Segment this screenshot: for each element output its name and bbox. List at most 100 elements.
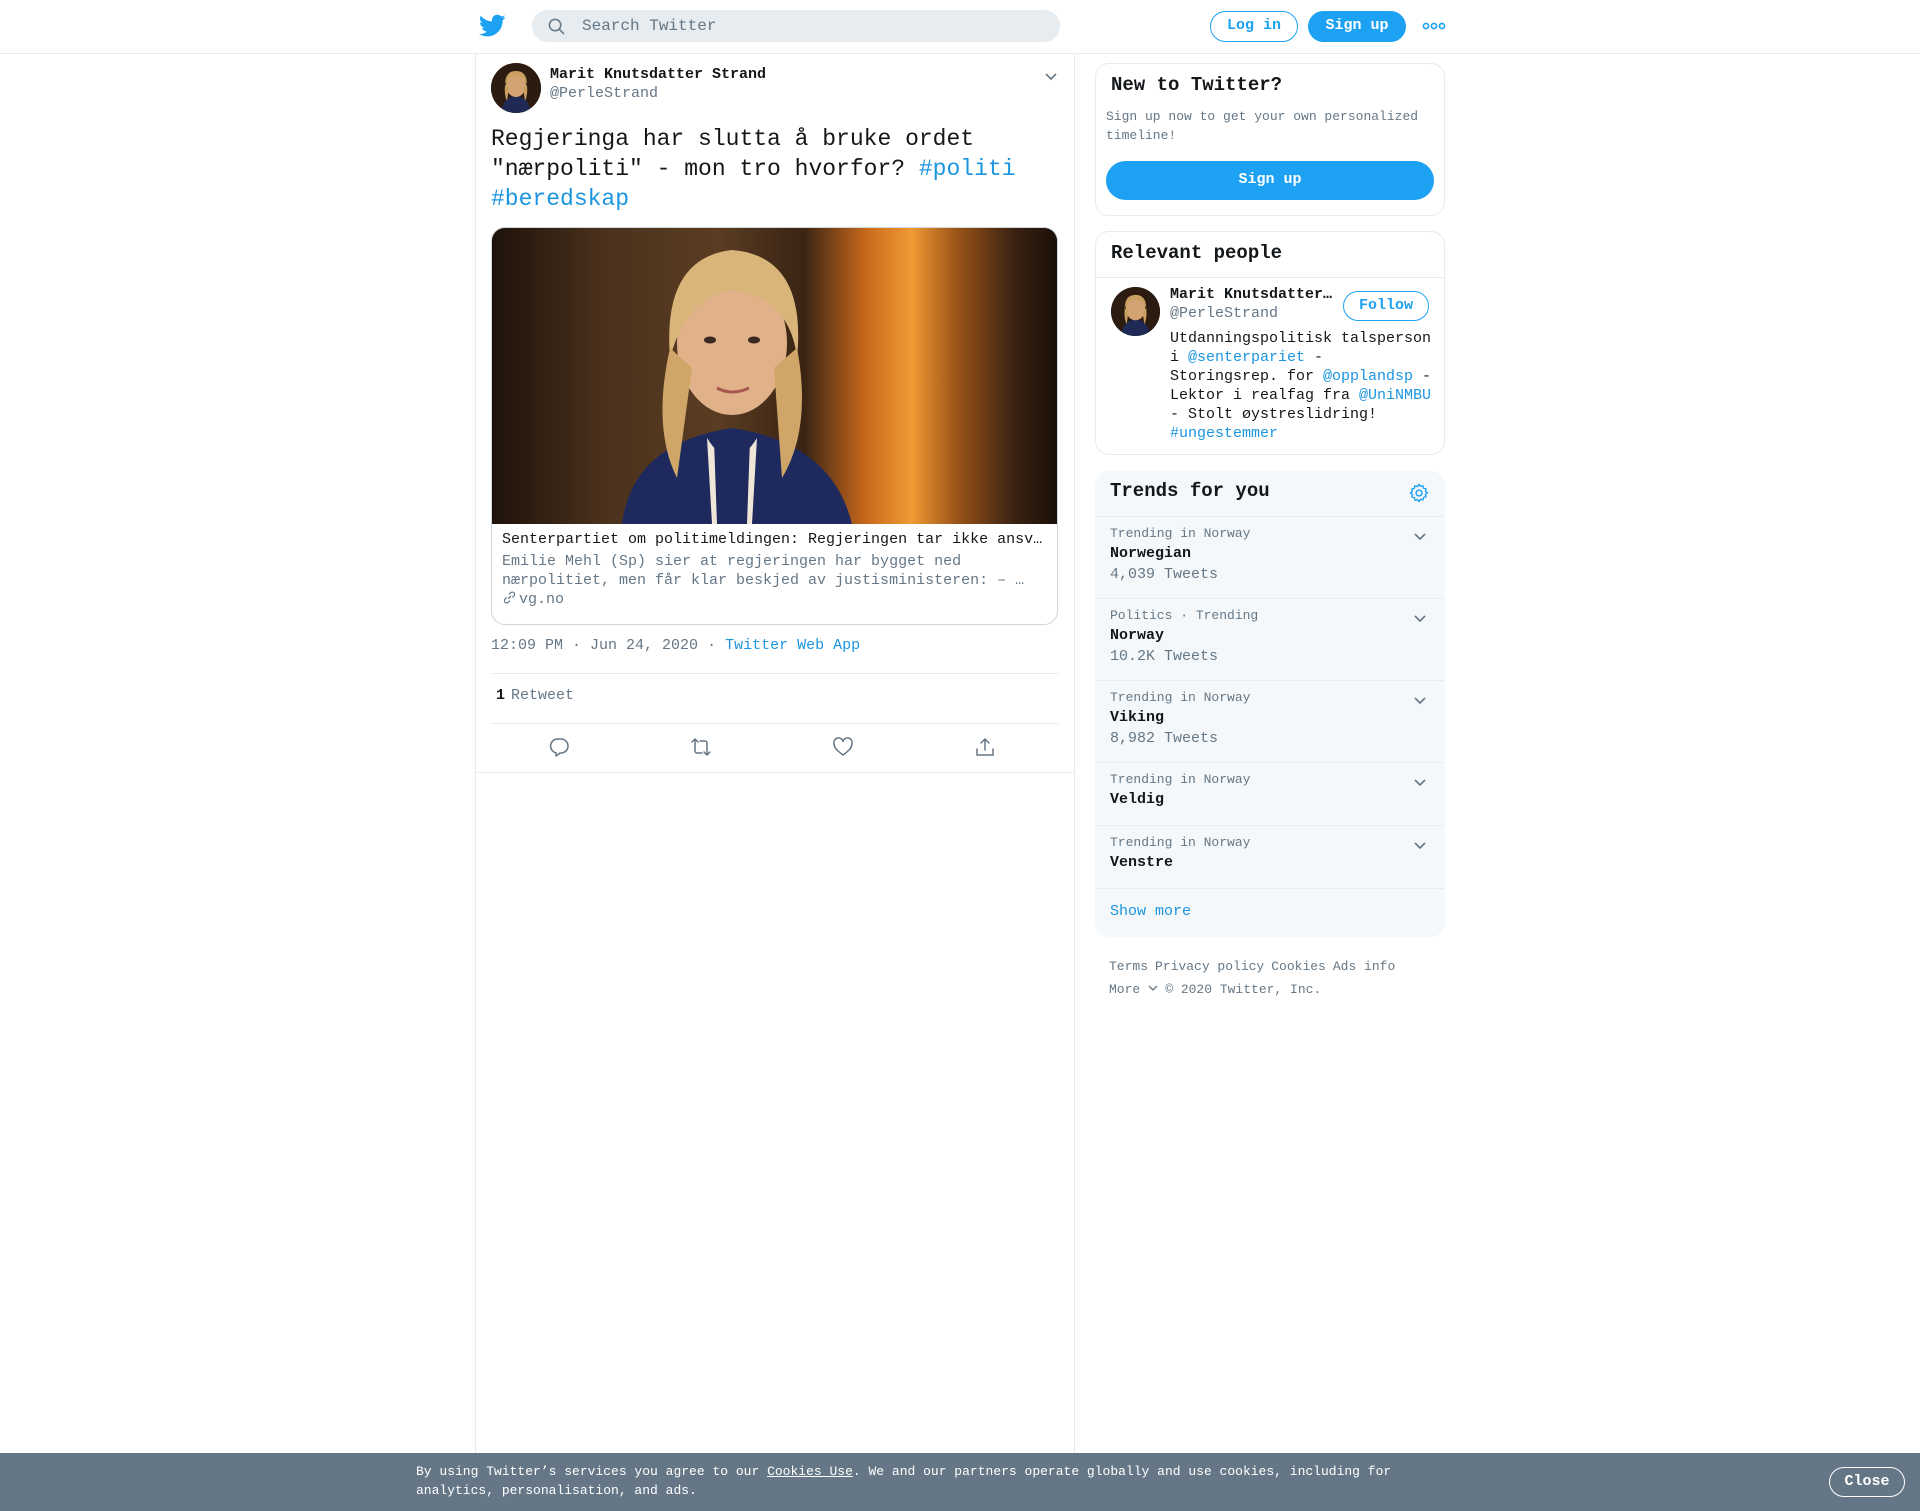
module-title: Trends for you <box>1110 480 1270 502</box>
chevron-down-icon[interactable] <box>1413 775 1427 789</box>
trend-context: Politics · Trending <box>1110 608 1259 623</box>
meta-separator: · <box>707 637 717 654</box>
close-cookie-button[interactable]: Close <box>1829 1467 1905 1497</box>
copyright: © 2020 Twitter, Inc. <box>1165 982 1322 997</box>
person-bio: Utdanningspolitisk talsperson i @senterp… <box>1170 329 1438 443</box>
login-button[interactable]: Log in <box>1210 11 1298 42</box>
retweet-count-label: Retweet <box>511 687 575 704</box>
trend-item[interactable]: Trending in Norway Viking 8,982 Tweets <box>1095 680 1445 762</box>
divider <box>476 772 1074 773</box>
footer-link-cookies[interactable]: Cookies <box>1271 959 1326 974</box>
more-options-icon[interactable] <box>1422 19 1446 33</box>
search-icon <box>548 18 565 35</box>
cookie-consent-bar: By using Twitter’s services you agree to… <box>0 1453 1920 1511</box>
avatar-portrait-icon <box>491 63 541 113</box>
tweet-timestamp[interactable]: 12:09 PM · Jun 24, 2020 <box>491 637 698 654</box>
chevron-down-icon[interactable] <box>1413 838 1427 852</box>
avatar[interactable] <box>1111 287 1160 336</box>
search-box[interactable] <box>532 10 1060 42</box>
trend-name[interactable]: Venstre <box>1110 854 1173 871</box>
chevron-down-icon[interactable] <box>1413 529 1427 543</box>
bio-text: - Stolt øystreslidring! <box>1170 406 1378 423</box>
avatar-portrait-icon <box>1111 287 1160 336</box>
card-photo-portrait <box>492 228 1057 524</box>
trend-item[interactable]: Trending in Norway Norwegian 4,039 Tweet… <box>1095 516 1445 598</box>
divider <box>491 673 1059 674</box>
retweet-icon[interactable] <box>690 736 712 758</box>
trends-module: Trends for you Trending in Norway Norweg… <box>1095 471 1445 937</box>
tweet-meta: 12:09 PM · Jun 24, 2020 · Twitter Web Ap… <box>491 637 860 654</box>
person-handle[interactable]: @PerleStrand <box>1170 305 1278 322</box>
retweet-stats[interactable]: 1 Retweet <box>496 687 574 704</box>
module-title: New to Twitter? <box>1111 74 1283 96</box>
card-image[interactable] <box>492 228 1057 524</box>
module-title: Relevant people <box>1111 242 1283 264</box>
hashtag-link[interactable]: #politi <box>919 156 1016 182</box>
footer-more-label: More <box>1109 982 1141 997</box>
sidebar-signup-button[interactable]: Sign up <box>1106 161 1434 200</box>
gear-icon[interactable] <box>1408 482 1430 504</box>
follow-button[interactable]: Follow <box>1343 291 1429 321</box>
trend-context: Trending in Norway <box>1110 526 1251 541</box>
divider <box>1096 277 1444 278</box>
footer-link-privacy[interactable]: Privacy policy <box>1155 959 1264 974</box>
chevron-down-icon[interactable] <box>1413 693 1427 707</box>
relevant-people-module: Relevant people Marit Knutsdatter Strand… <box>1095 231 1445 455</box>
card-domain-text: vg.no <box>519 591 565 608</box>
reply-icon[interactable] <box>548 736 570 758</box>
chevron-down-icon[interactable] <box>1413 611 1427 625</box>
signup-button[interactable]: Sign up <box>1308 11 1406 42</box>
hashtag-link[interactable]: #beredskap <box>491 186 629 212</box>
tweet-text: Regjeringa har slutta å bruke ordet "nær… <box>491 124 1051 214</box>
mention-link[interactable]: @senterpariet <box>1188 349 1305 366</box>
trend-context: Trending in Norway <box>1110 835 1251 850</box>
module-subtitle: Sign up now to get your own personalized… <box>1106 109 1419 143</box>
share-icon[interactable] <box>974 736 996 758</box>
trend-name[interactable]: Norway <box>1110 627 1164 644</box>
author-handle[interactable]: @PerleStrand <box>550 85 658 102</box>
cookie-text: By using Twitter’s services you agree to… <box>416 1464 768 1479</box>
tweet-column: Marit Knutsdatter Strand @PerleStrand Re… <box>475 54 1075 1454</box>
trend-name[interactable]: Viking <box>1110 709 1164 726</box>
card-title[interactable]: Senterpartiet om politimeldingen: Regjer… <box>502 531 1047 548</box>
card-description: Emilie Mehl (Sp) sier at regjeringen har… <box>502 553 1025 589</box>
footer-link-terms[interactable]: Terms <box>1109 959 1148 974</box>
chevron-down-icon <box>1148 985 1158 991</box>
footer-more-menu[interactable]: More <box>1109 982 1158 997</box>
top-bar: Log in Sign up <box>0 0 1920 54</box>
footer-links: Terms Privacy policy Cookies Ads info More © … <box>1109 955 1449 1001</box>
person-name[interactable]: Marit Knutsdatter Strand <box>1170 286 1340 303</box>
trend-name[interactable]: Norwegian <box>1110 545 1191 562</box>
footer-link-ads[interactable]: Ads info <box>1333 959 1395 974</box>
trend-count: 10.2K Tweets <box>1110 648 1219 665</box>
cookie-notice: By using Twitter’s services you agree to… <box>416 1462 1416 1500</box>
trend-item[interactable]: Trending in Norway Venstre <box>1095 825 1445 888</box>
divider <box>491 723 1059 724</box>
mention-link[interactable]: @opplandsp <box>1323 368 1413 385</box>
trend-item[interactable]: Politics · Trending Norway 10.2K Tweets <box>1095 598 1445 680</box>
trend-count: 4,039 Tweets <box>1110 566 1219 583</box>
trend-item[interactable]: Trending in Norway Veldig <box>1095 762 1445 825</box>
new-to-twitter-module: New to Twitter? Sign up now to get your … <box>1095 63 1445 216</box>
hashtag-link[interactable]: #ungestemmer <box>1170 425 1278 442</box>
search-input[interactable] <box>582 10 1042 42</box>
trend-context: Trending in Norway <box>1110 690 1251 705</box>
trend-name[interactable]: Veldig <box>1110 791 1164 808</box>
chevron-down-icon[interactable] <box>1043 68 1059 84</box>
trend-context: Trending in Norway <box>1110 772 1251 787</box>
tweet-text-body: Regjeringa har slutta å bruke ordet "nær… <box>491 126 975 182</box>
tweet-source-link[interactable]: Twitter Web App <box>725 637 860 654</box>
trend-count: 8,982 Tweets <box>1110 730 1219 747</box>
retweet-count: 1 <box>496 687 506 704</box>
card-domain: vg.no <box>502 590 564 608</box>
author-name[interactable]: Marit Knutsdatter Strand <box>550 66 766 83</box>
cookies-use-link[interactable]: Cookies Use <box>767 1464 853 1479</box>
link-preview-card[interactable]: Senterpartiet om politimeldingen: Regjer… <box>491 227 1058 625</box>
like-heart-icon[interactable] <box>832 736 854 758</box>
show-more-link[interactable]: Show more <box>1110 903 1191 920</box>
mention-link[interactable]: @UniNMBU <box>1359 387 1431 404</box>
divider <box>1095 888 1445 889</box>
twitter-logo-icon[interactable] <box>479 14 506 38</box>
link-icon <box>503 591 516 604</box>
avatar[interactable] <box>491 63 541 113</box>
